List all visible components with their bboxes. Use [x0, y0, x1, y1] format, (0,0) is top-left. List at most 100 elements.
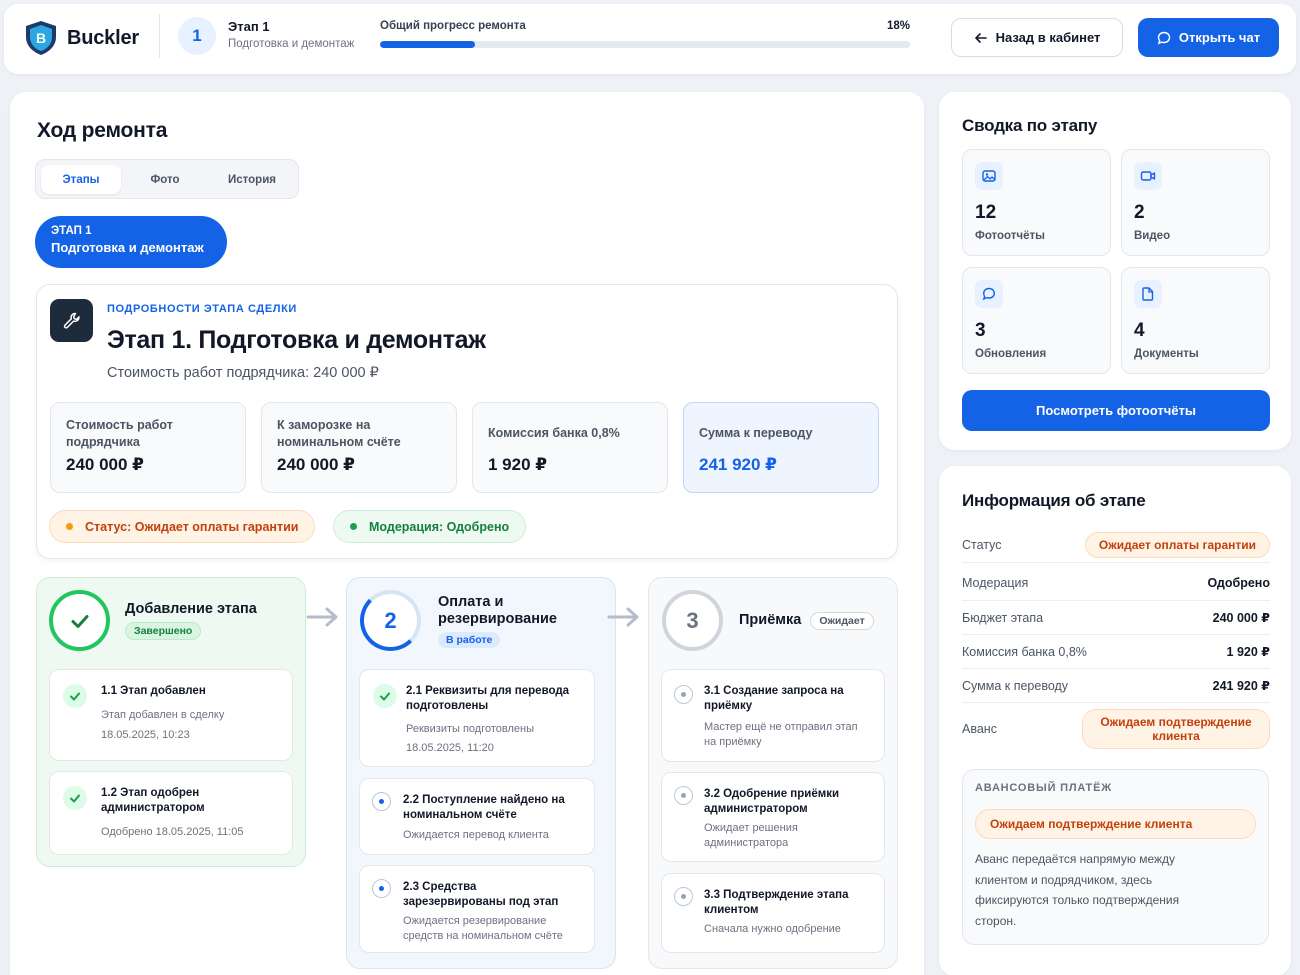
tab-stages[interactable]: Этапы	[41, 165, 121, 194]
check-icon	[63, 786, 87, 810]
step-item-date: 18.05.2025, 11:20	[406, 742, 494, 754]
pending-dot-icon	[372, 879, 391, 898]
metric-card-transfer-sum: Сумма к переводу 241 920 ₽	[683, 402, 879, 493]
advance-label: АВАНСОВЫЙ ПЛАТЁЖ	[975, 782, 1112, 794]
brand-name[interactable]: Buckler	[67, 27, 139, 50]
step-item-title: 1.1 Этап добавлен	[101, 685, 206, 697]
info-row-value: 240 000 ₽	[1212, 611, 1270, 625]
metric-label: Сумма к переводу	[699, 426, 813, 440]
progress-percent: 18%	[886, 20, 910, 32]
status-badge-text: Статус: Ожидает оплаты гарантии	[85, 519, 299, 534]
wrench-icon	[50, 299, 93, 342]
step-item-desc: Сначала нужно одобрение	[704, 923, 841, 935]
details-title: Этап 1. Подготовка и демонтаж	[107, 326, 486, 354]
column-status-chip: Завершено	[125, 622, 202, 640]
summary-card-documents[interactable]: 4 Документы	[1121, 267, 1270, 374]
details-subtitle: Стоимость работ подрядчика: 240 000 ₽	[107, 365, 379, 381]
check-icon	[63, 684, 87, 708]
arrow-left-icon	[974, 31, 988, 45]
pending-dot-icon	[674, 887, 693, 906]
summary-card-photos[interactable]: 12 Фотоотчёты	[962, 149, 1111, 256]
step-item[interactable]: 3.3 Подтверждение этапа клиентом Сначала…	[661, 873, 885, 953]
progress-bar	[380, 41, 910, 48]
column-title: Приёмка	[739, 612, 802, 628]
step-item-title: 2.2 Поступление найдено на номинальном с…	[403, 794, 565, 821]
step-item[interactable]: 2.2 Поступление найдено на номинальном с…	[359, 778, 595, 855]
metric-card-contractor-cost: Стоимость работ подрядчика 240 000 ₽	[50, 402, 246, 493]
progress-bar-fill	[380, 41, 476, 48]
step-item[interactable]: 2.3 Средства зарезервированы под этап Ож…	[359, 865, 595, 953]
summary-card-label: Обновления	[975, 348, 1047, 360]
summary-card-value: 3	[975, 320, 986, 341]
tabs-bar: Этапы Фото История	[35, 159, 299, 199]
open-chat-button[interactable]: Открыть чат	[1138, 18, 1279, 57]
info-row-key: Аванс	[962, 722, 997, 736]
chat-icon	[1157, 31, 1171, 45]
pending-dot-icon	[674, 786, 693, 805]
advance-description: Аванс передаётся напрямую между клиентом…	[975, 852, 1180, 928]
step-item-desc: Ожидается резервирование средств на номи…	[403, 915, 563, 942]
view-photo-reports-button[interactable]: Посмотреть фотоотчёты	[962, 390, 1270, 431]
chat-button-label: Открыть чат	[1178, 30, 1261, 45]
tab-photo[interactable]: Фото	[125, 165, 205, 194]
summary-card-updates[interactable]: 3 Обновления	[962, 267, 1111, 374]
info-row-value: 241 920 ₽	[1212, 679, 1270, 693]
step-item[interactable]: 3.2 Одобрение приёмки администратором Ож…	[661, 772, 885, 862]
shield-logo-icon[interactable]: B	[24, 20, 58, 56]
step-item[interactable]: 2.1 Реквизиты для перевода подготовлены …	[359, 669, 595, 767]
moderation-badge-text: Модерация: Одобрено	[369, 519, 510, 534]
step-item-desc: Ожидается перевод клиента	[403, 829, 549, 841]
step-item-title: 1.2 Этап одобрен администратором	[101, 787, 205, 814]
stage-selector-pill[interactable]: ЭТАП 1 Подготовка и демонтаж	[35, 216, 227, 268]
page-title: Ход ремонта	[37, 119, 168, 142]
step-item-title: 3.1 Создание запроса на приёмку	[704, 685, 844, 712]
summary-card-label: Видео	[1134, 230, 1171, 242]
column-header: 3 Приёмка Ожидает	[662, 590, 874, 651]
column-title: Оплата и резервирование	[438, 593, 557, 627]
stage-pill-number: ЭТАП 1	[51, 225, 92, 237]
video-icon	[1134, 162, 1162, 190]
step-item-desc: Мастер ещё не отправил этап на приёмку	[704, 721, 858, 748]
info-row-value: 1 920 ₽	[1226, 645, 1270, 659]
check-icon	[69, 610, 91, 632]
tab-history[interactable]: История	[209, 165, 295, 194]
info-row-budget: Бюджет этапа 240 000 ₽	[962, 601, 1270, 635]
summary-card-videos[interactable]: 2 Видео	[1121, 149, 1270, 256]
info-row-value: Одобрено	[1207, 576, 1270, 590]
metric-value: 240 000 ₽	[277, 455, 356, 474]
chat-icon	[975, 280, 1003, 308]
metric-value: 1 920 ₽	[488, 455, 548, 474]
header-stage-title: Этап 1	[228, 19, 270, 34]
summary-card-value: 4	[1134, 320, 1145, 341]
arrow-right-icon	[607, 606, 641, 628]
column-status-chip: В работе	[438, 631, 501, 648]
step-ring-done	[49, 590, 110, 651]
moderation-dot	[350, 523, 357, 530]
metric-value: 240 000 ₽	[66, 455, 145, 474]
step-item[interactable]: 1.1 Этап добавлен Этап добавлен в сделку…	[49, 669, 293, 761]
metric-card-freeze: К заморозке на номинальном счёте 240 000…	[261, 402, 457, 493]
status-badge: Статус: Ожидает оплаты гарантии	[49, 510, 316, 543]
header-divider	[159, 14, 160, 58]
image-icon	[975, 162, 1003, 190]
status-dot	[66, 523, 73, 530]
metric-label: Стоимость работ подрядчика	[66, 418, 173, 449]
summary-card-value: 2	[1134, 202, 1145, 223]
step-item-title: 2.3 Средства зарезервированы под этап	[403, 881, 559, 908]
document-icon	[1134, 280, 1162, 308]
check-icon	[373, 684, 397, 708]
pending-dot-icon	[674, 685, 693, 704]
metric-label: К заморозке на номинальном счёте	[277, 418, 401, 449]
stage-number-badge: 1	[178, 17, 216, 55]
metric-label: Комиссия банка 0,8%	[488, 426, 620, 440]
step-item[interactable]: 3.1 Создание запроса на приёмку Мастер е…	[661, 669, 885, 762]
info-row-key: Сумма к переводу	[962, 678, 1069, 693]
metric-value: 241 920 ₽	[699, 455, 778, 474]
stage-pill-title: Подготовка и демонтаж	[51, 240, 204, 255]
advance-badge: Ожидаем подтверждение клиента	[1082, 709, 1270, 749]
step-ring-in-progress: 2	[360, 590, 421, 651]
step-item[interactable]: 1.2 Этап одобрен администратором Одобрен…	[49, 771, 293, 855]
step-item-desc: Реквизиты подготовлены	[406, 723, 534, 735]
pending-dot-icon	[372, 792, 391, 811]
back-to-cabinet-button[interactable]: Назад в кабинет	[951, 18, 1123, 57]
